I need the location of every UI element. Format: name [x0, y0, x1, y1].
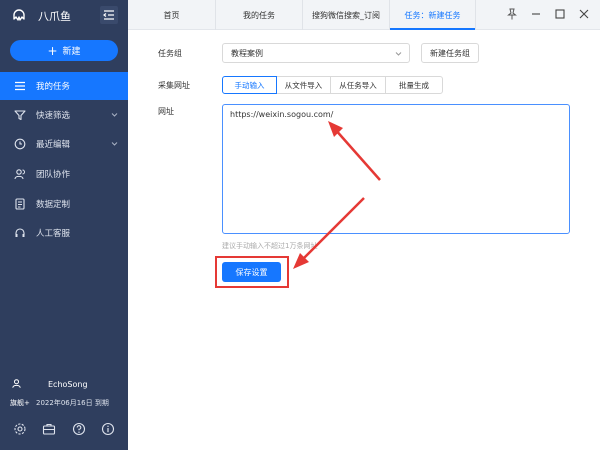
url-value: https://weixin.sogou.com/ — [230, 110, 334, 119]
source-manual-input[interactable]: 手动输入 — [222, 76, 277, 94]
save-settings-label: 保存设置 — [235, 267, 268, 277]
tab-new-task[interactable]: 任务：新建任务 — [390, 0, 476, 30]
task-group-select[interactable]: 教程案例 — [222, 43, 410, 63]
sidebar-item-label: 数据定制 — [36, 200, 71, 210]
close-icon[interactable] — [578, 8, 590, 20]
maximize-icon[interactable] — [554, 8, 566, 20]
settings-icon[interactable] — [13, 422, 27, 436]
task-group-value: 教程案例 — [231, 48, 263, 58]
document-icon — [15, 198, 25, 210]
sidebar-item-label: 我的任务 — [36, 82, 71, 92]
tab-label: 任务：新建任务 — [404, 10, 461, 20]
source-file-import[interactable]: 从文件导入 — [276, 76, 331, 94]
filter-icon — [14, 110, 26, 121]
octopus-logo-icon — [13, 9, 25, 21]
url-textarea[interactable]: https://weixin.sogou.com/ — [222, 104, 570, 234]
task-group-label: 任务组 — [158, 49, 182, 58]
sidebar-item-label: 快速筛选 — [36, 111, 71, 121]
help-icon[interactable] — [72, 422, 86, 436]
logo-row: 八爪鱼 — [0, 0, 128, 30]
plus-icon: + — [47, 43, 58, 58]
app-name: 八爪鱼 — [38, 10, 71, 23]
segment-label: 批量生成 — [399, 80, 429, 90]
user-name[interactable]: EchoSong — [48, 380, 88, 389]
segment-label: 从任务导入 — [339, 80, 377, 90]
save-settings-button[interactable]: 保存设置 — [222, 262, 281, 282]
clock-icon — [14, 138, 26, 150]
url-label: 网址 — [158, 107, 174, 116]
sidebar-item-label: 团队协作 — [36, 170, 71, 180]
toolbox-icon[interactable] — [42, 422, 56, 436]
chevron-down-icon — [111, 113, 118, 117]
sidebar: 八爪鱼 + 新建 我的任务 快速筛选 最近编辑 团队协作 数据定制 人工客服 E… — [0, 0, 128, 450]
segment-label: 手动输入 — [234, 80, 265, 90]
user-icon — [12, 379, 21, 388]
sidebar-item-label: 最近编辑 — [36, 140, 71, 150]
plan-expire-date: 2022年06月16日 到期 — [36, 399, 109, 407]
tab-label: 我的任务 — [243, 10, 275, 20]
new-task-group-label: 新建任务组 — [430, 48, 470, 58]
new-button[interactable]: + 新建 — [10, 40, 118, 61]
sidebar-footer-icons — [0, 422, 128, 442]
chevron-down-icon — [395, 52, 402, 56]
source-batch-generate[interactable]: 批量生成 — [385, 76, 443, 94]
tab-my-tasks[interactable]: 我的任务 — [216, 0, 303, 30]
tab-home[interactable]: 首页 — [128, 0, 216, 30]
url-hint: 建议手动输入不超过1万条网址 — [222, 242, 318, 250]
pin-icon[interactable] — [506, 8, 518, 20]
segment-label: 从文件导入 — [284, 80, 323, 90]
headset-icon — [15, 228, 25, 237]
tab-label: 首页 — [163, 10, 180, 20]
sidebar-item-label: 人工客服 — [36, 229, 71, 239]
sidebar-item-recent-edit[interactable]: 最近编辑 — [0, 130, 128, 158]
source-task-import[interactable]: 从任务导入 — [330, 76, 386, 94]
sidebar-item-support[interactable]: 人工客服 — [0, 219, 128, 247]
sidebar-item-my-tasks[interactable]: 我的任务 — [0, 72, 128, 100]
sidebar-item-data-custom[interactable]: 数据定制 — [0, 190, 128, 218]
minimize-icon[interactable] — [530, 8, 542, 20]
tab-label: 搜狗微信搜索_订阅 — [312, 10, 380, 20]
list-icon — [15, 81, 25, 91]
new-task-group-button[interactable]: 新建任务组 — [421, 43, 479, 63]
tab-sogou-weixin[interactable]: 搜狗微信搜索_订阅 — [303, 0, 390, 30]
source-label: 采集网址 — [158, 81, 190, 90]
sidebar-item-team[interactable]: 团队协作 — [0, 160, 128, 188]
chevron-down-icon — [111, 142, 118, 146]
info-icon[interactable] — [101, 422, 115, 436]
menu-collapse-icon[interactable] — [100, 6, 118, 24]
plan-badge: 旗舰+ — [10, 399, 30, 407]
team-icon — [14, 169, 25, 180]
tab-bar: 首页 我的任务 搜狗微信搜索_订阅 任务：新建任务 — [128, 0, 600, 30]
sidebar-item-quick-filter[interactable]: 快速筛选 — [0, 101, 128, 129]
new-button-label: 新建 — [62, 47, 81, 57]
